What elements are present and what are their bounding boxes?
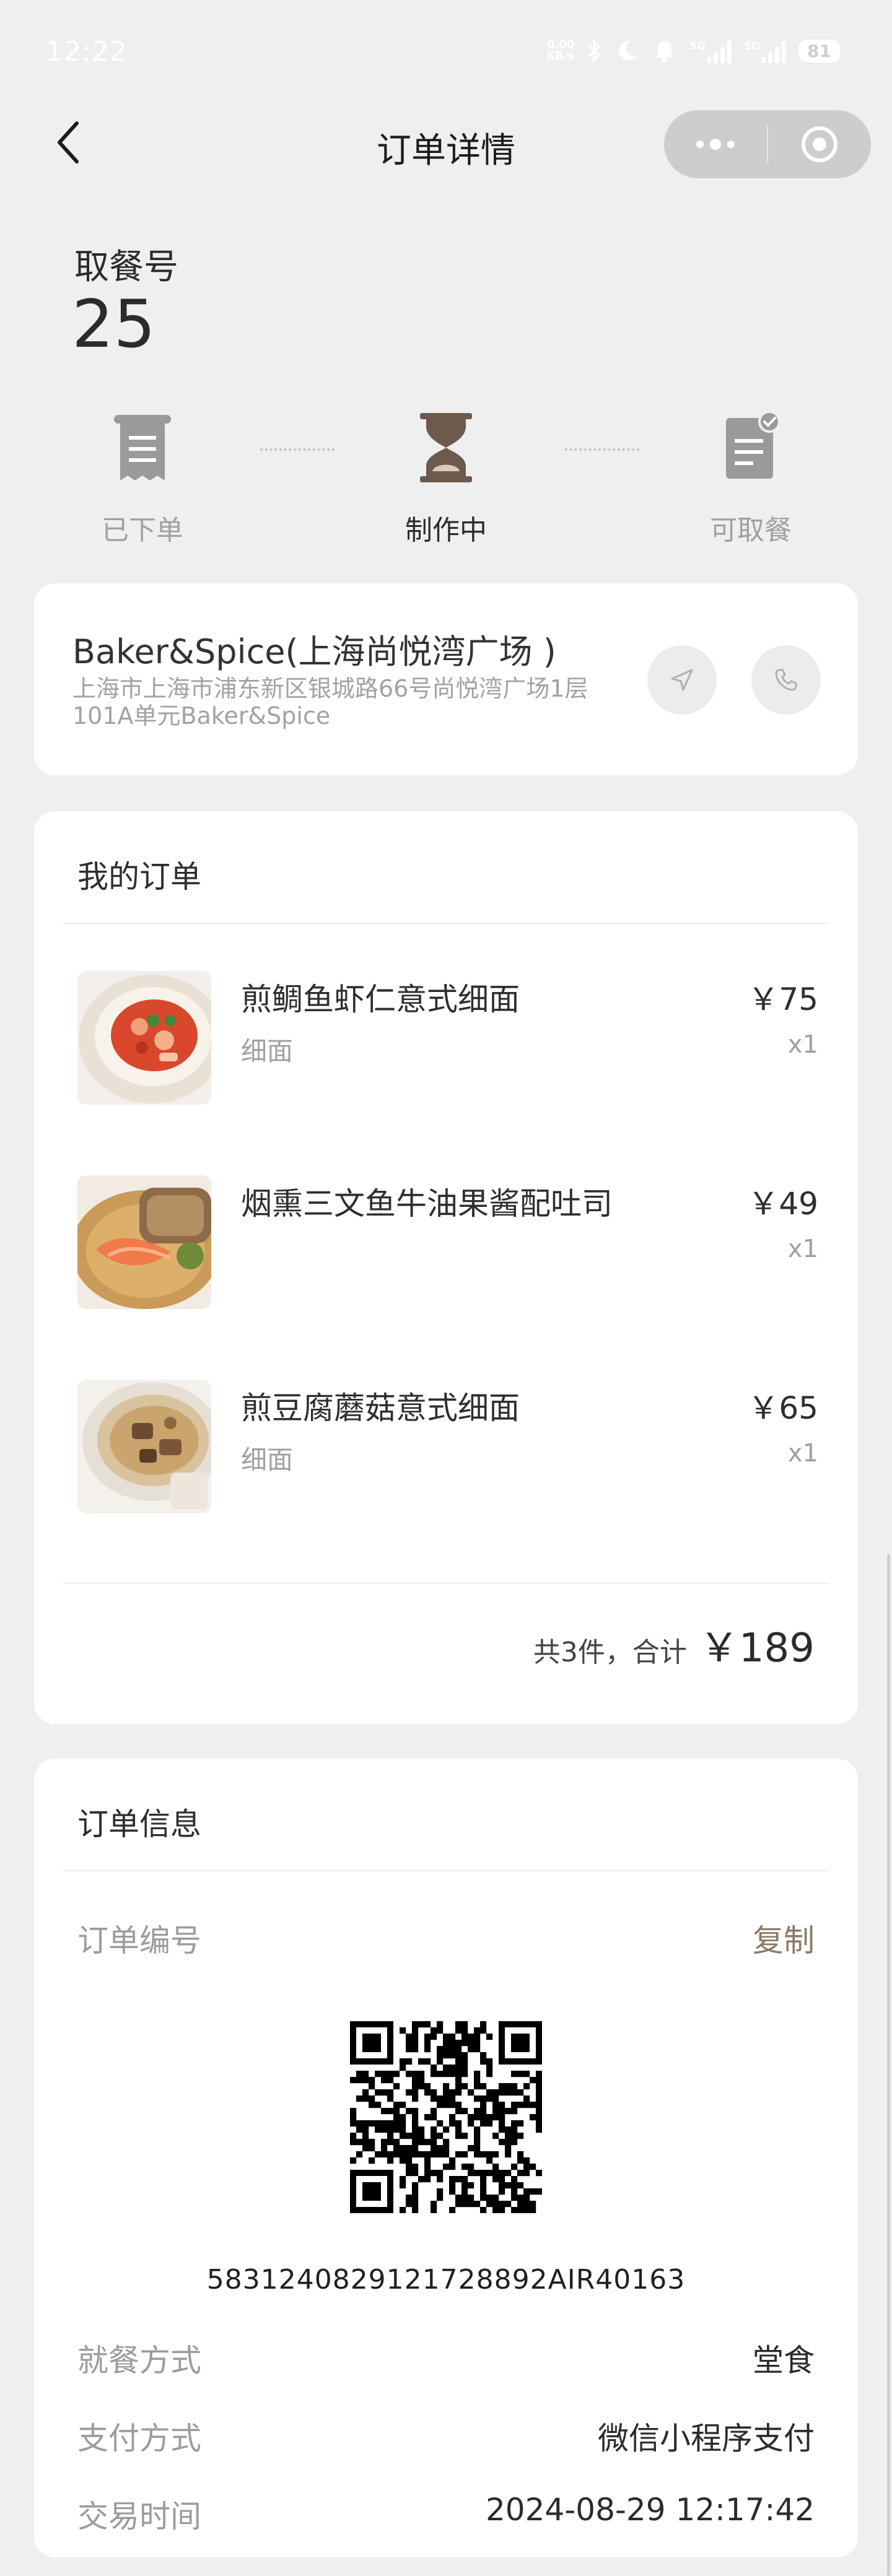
transaction-time-value: 2024-08-29 12:17:42 [485,2492,815,2528]
total-label: 共3件，合计 [533,1637,687,1668]
navigate-button[interactable] [647,645,717,715]
payment-method-value: 微信小程序支付 [598,2421,815,2456]
order-total-divider [63,1583,829,1584]
order-info-card: 订单信息 订单编号 复制 5831240829121728892AIR40163… [34,1759,858,2557]
close-mini-program-button[interactable] [768,110,871,178]
mini-program-capsule [664,110,871,178]
item-spec: 细面 [241,1036,294,1066]
item-quantity: x1 [787,1030,818,1059]
order-info-divider [63,1870,829,1871]
item-quantity: x1 [787,1439,818,1468]
store-name: Baker&Spice(上海尚悦湾广场 ) [72,632,556,671]
more-dots-icon [696,139,735,150]
ready-doc-icon [726,411,780,479]
battery-indicator: 81 [798,39,840,63]
order-number: 5831240829121728892AIR40163 [206,2264,686,2295]
scrollbar[interactable] [887,1554,890,2576]
item-name: 烟熏三文鱼牛油果酱配吐司 [241,1186,613,1222]
moon-icon [619,40,638,61]
step-label-ready: 可取餐 [710,515,792,546]
bluetooth-icon [588,38,601,63]
network-speed: 0.00 KB/s [546,38,575,63]
item-quantity: x1 [787,1235,818,1263]
navigation-arrow-icon [671,669,693,691]
order-info-title: 订单信息 [77,1806,201,1842]
order-item[interactable]: 煎豆腐蘑菇意式细面 细面 ￥65 x1 [77,1380,818,1516]
step-connector-1 [260,448,334,451]
order-title-divider [63,923,829,924]
total-amount: ￥189 [699,1625,815,1671]
order-total-row: 共3件，合计 ￥189 [533,1616,815,1673]
store-card: Baker&Spice(上海尚悦湾广场 ) 上海市上海市浦东新区银城路66号尚悦… [34,583,858,775]
step-ordered: 已下单 [56,401,229,547]
item-spec: 细面 [241,1445,294,1475]
order-number-label: 订单编号 [77,1923,201,1959]
my-order-title: 我的订单 [77,859,201,895]
pickup-label: 取餐号 [74,247,178,287]
more-button[interactable] [664,110,767,178]
receipt-icon [114,415,171,481]
order-item[interactable]: 烟熏三文鱼牛油果酱配吐司 ￥49 x1 [77,1175,818,1312]
step-connector-2 [565,448,639,451]
bell-icon [655,41,675,63]
item-image [77,1175,211,1309]
order-qr-code [350,2021,542,2213]
item-name: 煎鲷鱼虾仁意式细面 [241,981,520,1017]
pickup-number: 25 [72,286,155,362]
step-preparing: 制作中 [359,401,533,547]
dining-method-label: 就餐方式 [77,2343,201,2378]
call-store-button[interactable] [751,645,821,715]
step-ready: 可取餐 [664,401,837,547]
status-time: 12:22 [46,36,128,67]
order-item[interactable]: 煎鲷鱼虾仁意式细面 细面 ￥75 x1 [77,971,818,1107]
transaction-time-label: 交易时间 [77,2499,201,2535]
item-price: ￥75 [748,981,818,1017]
status-icons: 0.00 KB/s 5G 5G 81 [546,38,840,63]
signal-1: 5G [689,38,732,63]
phone-icon [775,669,797,691]
step-label-ordered: 已下单 [102,515,183,546]
copy-button[interactable]: 复制 [753,1916,815,1960]
payment-method-label: 支付方式 [77,2421,201,2456]
item-price: ￥65 [748,1390,818,1426]
item-name: 煎豆腐蘑菇意式细面 [241,1390,520,1426]
hourglass-icon [420,413,472,482]
item-image [77,1380,211,1513]
status-bar: 12:22 0.00 KB/s 5G 5G 81 [0,0,892,111]
item-price: ￥49 [748,1186,818,1222]
my-order-card: 我的订单 煎鲷鱼虾仁意式细面 细面 ￥75 x1 烟熏三文鱼牛油果酱配吐司 ￥4… [34,811,858,1724]
dining-method-value: 堂食 [753,2343,815,2378]
item-image [77,971,211,1105]
target-close-icon [802,126,837,162]
step-label-preparing: 制作中 [405,515,487,546]
store-address: 上海市上海市浦东新区银城路66号尚悦湾广场1层101A单元Baker&Spice [72,675,588,729]
signal-2: 5G [744,38,787,63]
